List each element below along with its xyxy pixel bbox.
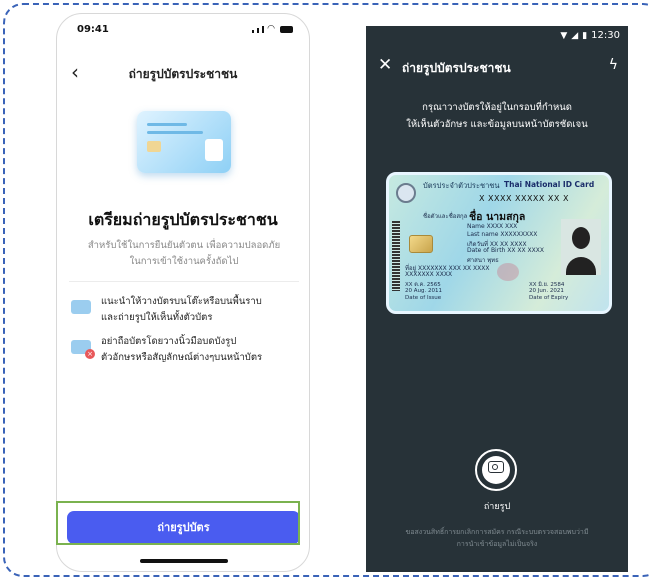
instruction-text: กรุณาวางบัตรให้อยู่ในกรอบที่กำหนด ให้เห็…	[366, 99, 628, 133]
status-bar: 09:41 ◠	[57, 14, 309, 42]
status-icons: ◠	[252, 24, 293, 34]
signal-icon	[252, 30, 255, 33]
battery-icon	[280, 26, 293, 33]
id-number: X XXXX XXXXX XX X	[479, 194, 569, 203]
barcode	[392, 221, 400, 291]
instruction-line1: กรุณาวางบัตรให้อยู่ในกรอบที่กำหนด	[422, 102, 572, 113]
tip-line: อย่าถือบัตรโดยวางนิ้วมือบดบังรูป	[101, 336, 237, 347]
id-photo	[561, 219, 601, 275]
canvas: 09:41 ◠ ‹ ถ่ายรูปบัตรประชาชน เตรียมถ่ายร…	[0, 0, 651, 581]
left-phone-screen: 09:41 ◠ ‹ ถ่ายรูปบัตรประชาชน เตรียมถ่ายร…	[56, 13, 310, 572]
prep-subtitle: สำหรับใช้ในการยืนยันตัวตน เพื่อความปลอดภ…	[69, 238, 299, 270]
portrait-shoulders	[566, 257, 596, 275]
tip-item: × อย่าถือบัตรโดยวางนิ้วมือบดบังรูป ตัวอั…	[71, 334, 301, 366]
tip-line: แนะนำให้วางบัตรบนโต๊ะหรือบนพื้นราบ	[101, 296, 262, 307]
id-title-th: บัตรประจำตัวประชาชน	[423, 181, 500, 190]
prep-subtitle-line1: สำหรับใช้ในการยืนยันตัวตน เพื่อความปลอดภ…	[87, 240, 281, 251]
close-icon[interactable]: ✕	[378, 55, 392, 75]
right-phone-screen: ▼ ◢ ▮ 12:30 ✕ ถ่ายรูปบัตรประชาชน ϟ กรุณา…	[366, 26, 628, 572]
garuda-seal-icon	[396, 183, 416, 203]
tip-text: แนะนำให้วางบัตรบนโต๊ะหรือบนพื้นราบ และถ่…	[101, 294, 262, 326]
status-time: 12:30	[591, 30, 620, 41]
shutter-button[interactable]	[475, 449, 517, 491]
page-title: ถ่ายรูปบัตรประชาชน	[128, 67, 238, 81]
tip-text: อย่าถือบัตรโดยวางนิ้วมือบดบังรูป ตัวอักษ…	[101, 334, 262, 366]
battery-icon: ▮	[582, 30, 588, 41]
id-name-en: Name XXXX XXX	[467, 223, 518, 230]
id-card-frame: บัตรประจำตัวประชาชน Thai National ID Car…	[386, 172, 612, 314]
id-title-en: Thai National ID Card	[504, 180, 595, 189]
portrait-head	[572, 227, 590, 249]
id-issue-en: 20 Aug. 2011	[405, 288, 442, 294]
wifi-icon: ◠	[267, 24, 275, 34]
page-title: ถ่ายรูปบัตรประชาชน	[402, 61, 511, 75]
disclaimer-line1: ขอสงวนสิทธิ์การยกเลิกการสมัคร กรณีระบบตร…	[405, 528, 589, 536]
signal-bar-2	[257, 28, 260, 33]
home-indicator	[140, 559, 228, 563]
id-address2: XXXXXXX XXXX	[405, 271, 453, 278]
shutter-label: ถ่ายรูป	[483, 502, 511, 512]
card-photo	[205, 139, 223, 161]
instruction-line2: ให้เห็นตัวอักษร และข้อมูลบนหน้าบัตรชัดเจ…	[406, 119, 588, 130]
signal-bar-3	[262, 26, 265, 33]
prep-subtitle-line2: ในการเข้าใช้งานครั้งถัดไป	[129, 256, 239, 267]
divider	[69, 281, 299, 282]
disclaimer-text: ขอสงวนสิทธิ์การยกเลิกการสมัคร กรณีระบบตร…	[370, 526, 624, 550]
card-blocked-icon: ×	[71, 340, 95, 359]
x-badge-icon: ×	[85, 349, 95, 359]
id-expiry-label: Date of Expiry	[529, 295, 569, 301]
camera-lens	[492, 463, 498, 470]
card-chip	[147, 141, 161, 152]
signal-icon: ◢	[571, 30, 579, 41]
id-lastname-en: Last name XXXXXXXXX	[467, 231, 538, 238]
id-expiry-en: 20 Jun. 2021	[529, 288, 564, 294]
tip-line: และถ่ายรูปให้เห็นทั้งตัวบัตร	[101, 312, 213, 323]
card-line	[147, 123, 187, 126]
button-highlight-box	[56, 501, 300, 545]
id-card-illustration	[137, 111, 231, 173]
hologram-emblem	[497, 263, 519, 281]
id-dob-en: Date of Birth XX XX XXXX	[467, 247, 544, 254]
tip-item: แนะนำให้วางบัตรบนโต๊ะหรือบนพื้นราบ และถ่…	[71, 294, 301, 326]
flash-icon[interactable]: ϟ	[609, 57, 618, 73]
prep-title: เตรียมถ่ายรูปบัตรประชาชน	[88, 210, 278, 229]
card-flat-icon	[71, 300, 91, 314]
tip-line: ตัวอักษรหรือสัญลักษณ์ต่างๆบนหน้าบัตร	[101, 352, 263, 363]
nav-bar: ‹ ถ่ายรูปบัตรประชาชน	[57, 60, 309, 86]
status-bar: ▼ ◢ ▮ 12:30	[560, 30, 620, 41]
wifi-icon: ▼	[560, 30, 568, 41]
id-issue-label: Date of Issue	[405, 295, 442, 301]
status-time: 09:41	[77, 24, 109, 35]
card-line	[147, 131, 203, 134]
id-name-label: ชื่อตัวและชื่อสกุล	[423, 213, 468, 220]
camera-icon	[488, 461, 504, 473]
sim-chip-icon	[409, 235, 433, 253]
disclaimer-line2: การนำเข้าข้อมูลไม่เป็นจริง	[456, 540, 538, 548]
